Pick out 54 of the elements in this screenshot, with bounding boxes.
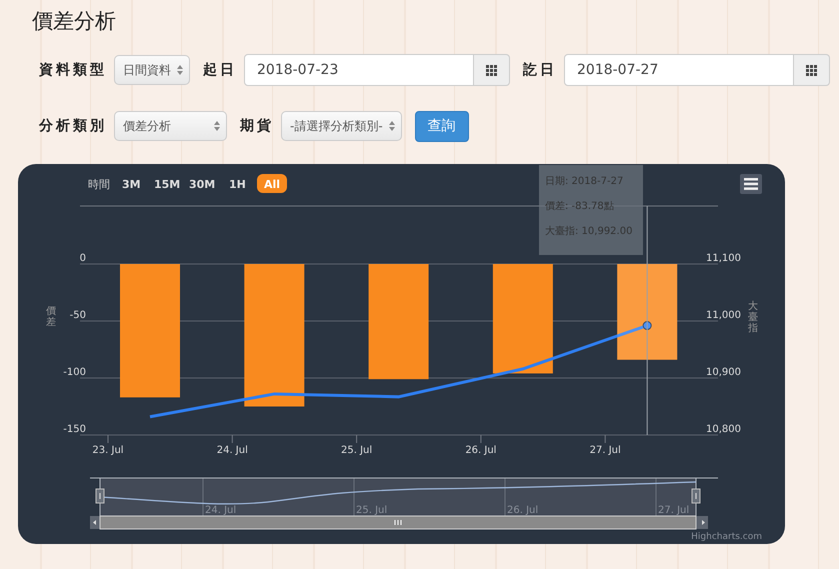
date-field[interactable]: 2018-07-27	[564, 54, 794, 86]
updown-icon	[177, 65, 183, 75]
navigator-label: 26. Jul	[507, 505, 538, 516]
axis-label: 0	[80, 253, 86, 264]
axis-label: 10,800	[706, 424, 741, 435]
scrollbar[interactable]	[90, 516, 708, 530]
axis-label: 11,100	[706, 253, 741, 264]
credit-link[interactable]: Highcharts.com	[691, 532, 762, 542]
range-label: 時間	[88, 178, 110, 191]
range-button[interactable]: 30M	[187, 174, 218, 193]
range-button[interactable]: 15M	[152, 174, 183, 193]
grid-icon	[486, 64, 497, 76]
date-field[interactable]: 2018-07-23	[244, 54, 474, 86]
navigator-label: 27. Jul	[658, 505, 690, 516]
page-title: 價差分析	[32, 8, 117, 35]
axis-label: 24. Jul	[216, 445, 248, 456]
tooltip-text: 大臺指: 10,992.00	[545, 226, 632, 237]
axis-title: 大臺指	[748, 301, 758, 334]
range-button[interactable]: 3M	[120, 174, 142, 193]
axis-label: 25. Jul	[341, 445, 372, 456]
menu-button[interactable]	[740, 174, 762, 194]
tooltip-text: 日期: 2018-7-27	[545, 176, 624, 187]
axis-label: 23. Jul	[92, 445, 124, 456]
select-field[interactable]: 價差分析	[114, 111, 227, 141]
field-label: 資料類型	[39, 61, 107, 79]
grid-icon	[806, 64, 817, 76]
axis-label: 11,000	[706, 310, 741, 321]
navigator-label: 24. Jul	[205, 505, 236, 516]
calendar-button[interactable]	[794, 54, 830, 86]
left-arrow-icon[interactable]	[93, 520, 96, 525]
navigator-label: 25. Jul	[356, 505, 388, 516]
axis-label: 27. Jul	[590, 445, 621, 456]
field-label: 期貨	[240, 117, 274, 135]
calendar-button[interactable]	[474, 54, 510, 86]
axis-label: -100	[63, 367, 86, 378]
axis-label: -50	[70, 310, 86, 321]
data-point	[642, 321, 652, 330]
updown-icon	[214, 121, 220, 131]
select-field[interactable]: 日間資料	[114, 55, 190, 85]
range-button[interactable]: 1H	[227, 174, 249, 193]
axis-label: 10,900	[706, 367, 741, 378]
field-label: 起日	[203, 61, 237, 79]
updown-icon	[388, 121, 395, 131]
field-label: 分析類別	[39, 117, 107, 135]
select-field[interactable]: -請選擇分析類別-	[281, 111, 402, 141]
tooltip-text: 價差: -83.78點	[545, 201, 614, 212]
axis-label: 26. Jul	[465, 445, 496, 456]
navigator-handle[interactable]	[692, 488, 700, 504]
right-arrow-icon[interactable]	[702, 520, 705, 525]
field-label: 訖日	[523, 61, 557, 79]
navigator-handle[interactable]	[96, 488, 104, 504]
axis-title: 價差	[46, 306, 56, 328]
axis-label: -150	[63, 424, 86, 435]
navigator[interactable]	[100, 478, 696, 516]
